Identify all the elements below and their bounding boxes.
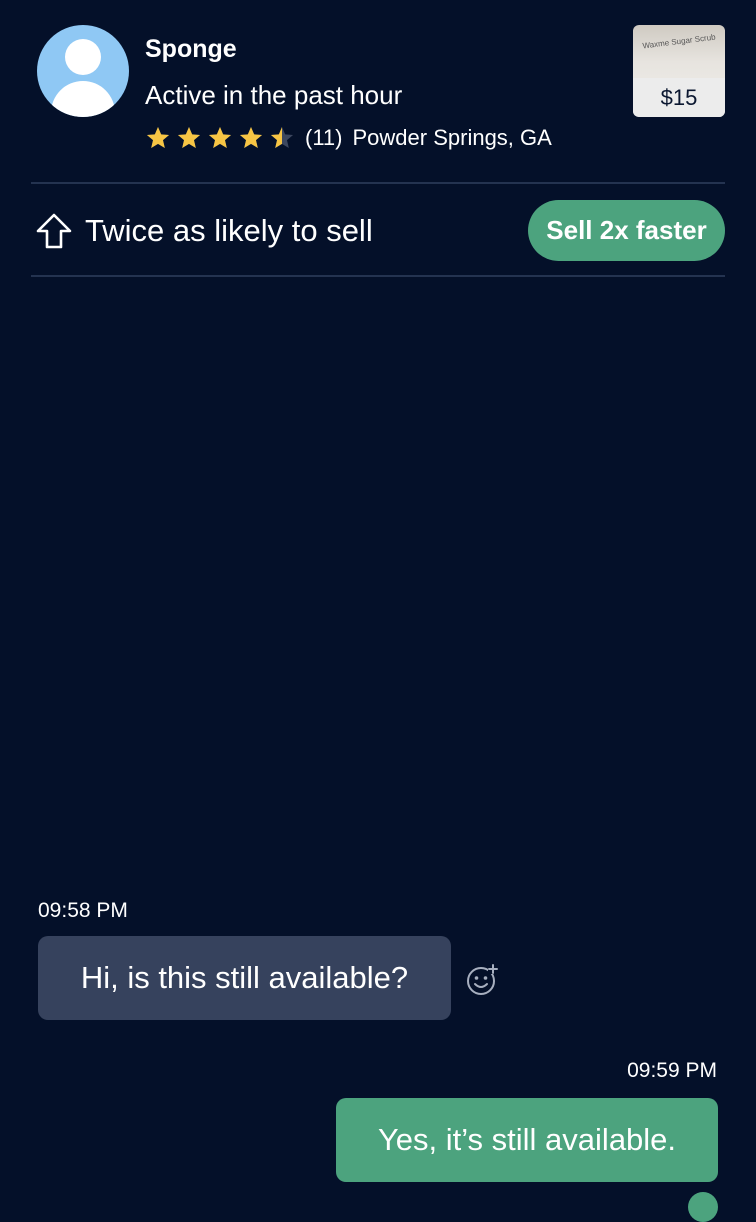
header-divider (31, 182, 725, 184)
seller-avatar[interactable] (37, 25, 129, 117)
listing-thumbnail[interactable]: Waxme Sugar Scrub $15 (633, 25, 725, 117)
promo-divider (31, 275, 725, 277)
avatar-head-shape (65, 39, 101, 75)
add-reaction-icon[interactable] (465, 963, 499, 997)
sell-faster-button[interactable]: Sell 2x faster (528, 200, 725, 261)
seller-name[interactable]: Sponge (145, 34, 237, 64)
product-label-text: Waxme Sugar Scrub (641, 32, 717, 51)
star-half-icon (270, 126, 294, 148)
message-text: Yes, it’s still available. (377, 1122, 677, 1157)
rating-stars (145, 125, 300, 151)
outgoing-message-bubble[interactable]: Yes, it’s still available. (336, 1098, 718, 1182)
message-timestamp: 09:58 PM (38, 899, 128, 922)
listing-price: $15 (660, 84, 698, 110)
incoming-message-bubble[interactable]: Hi, is this still available? (38, 936, 451, 1020)
star-filled-icon (146, 126, 170, 148)
message-timestamp: 09:59 PM (627, 1059, 717, 1082)
read-receipt-indicator (688, 1192, 718, 1222)
review-count: (11) (305, 125, 343, 150)
star-filled-icon (239, 126, 263, 148)
seller-activity-status: Active in the past hour (145, 80, 403, 110)
listing-price-box: $15 (633, 78, 725, 117)
seller-rating-row[interactable]: (11) Powder Springs, GA (145, 123, 552, 153)
star-filled-icon (208, 126, 232, 148)
avatar-body-shape (51, 81, 115, 117)
seller-location: Powder Springs, GA (352, 125, 552, 150)
message-text: Hi, is this still available? (80, 960, 409, 995)
star-filled-icon (177, 126, 201, 148)
promo-text: Twice as likely to sell (85, 213, 373, 248)
arrow-up-outline-icon (36, 213, 72, 249)
